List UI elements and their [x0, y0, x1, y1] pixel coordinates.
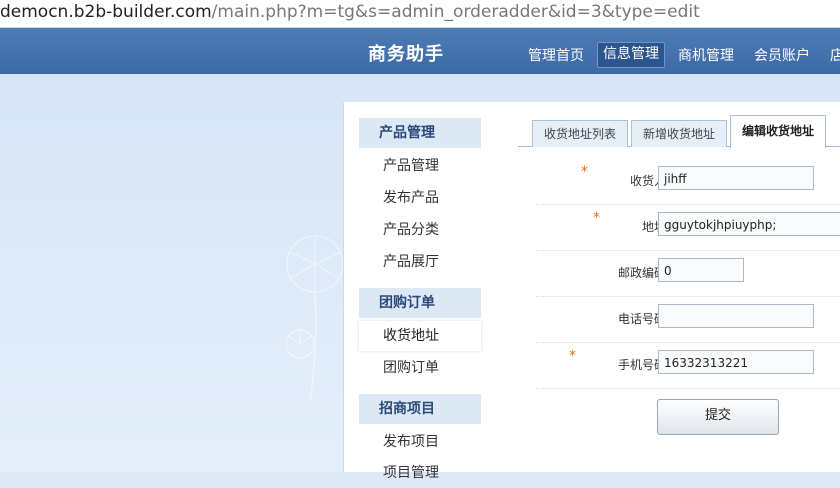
sidebar-section-product[interactable]: 产品管理 [359, 118, 481, 148]
nav-business-management[interactable]: 商机管理 [678, 45, 734, 69]
form-row-mobile: * 手机号码: 16332313221 [536, 342, 840, 389]
nav-home[interactable]: 管理首页 [528, 45, 584, 69]
sidebar-section-group-order[interactable]: 团购订单 [359, 288, 481, 318]
tab-bar: 收货地址列表 新增收货地址 编辑收货地址 [518, 115, 840, 148]
url-host: democn.b2b-builder.com [0, 2, 212, 22]
submit-button[interactable]: 提交 [657, 399, 779, 435]
tab-edit-address[interactable]: 编辑收货地址 [730, 115, 826, 148]
main-content: 收货地址列表 新增收货地址 编辑收货地址 * 收货人: jihff * 地址: … [496, 102, 840, 472]
consignee-input[interactable]: jihff [658, 166, 814, 190]
sidebar: 产品管理 产品管理 发布产品 产品分类 产品展厅 团购订单 收货地址 团购订单 … [343, 102, 496, 481]
nav-store[interactable]: 店 [830, 45, 840, 69]
required-mark: * [581, 164, 588, 180]
sidebar-item-publish-project[interactable]: 发布项目 [359, 427, 481, 457]
required-mark: * [593, 210, 600, 226]
form-row-postcode: 邮政编码: 0 [536, 250, 840, 297]
form-row-address: * 地址: gguytokjhpiuyphp; [536, 204, 840, 251]
top-navigation: 商务助手 管理首页 信息管理 商机管理 会员账户 店 [0, 28, 840, 74]
tab-address-list[interactable]: 收货地址列表 [532, 120, 628, 147]
nav-member-account[interactable]: 会员账户 [754, 45, 810, 69]
sidebar-section-investment[interactable]: 招商项目 [359, 394, 481, 424]
url-path: /main.php?m=tg&s=admin_orderadder&id=3&t… [211, 2, 700, 22]
sidebar-item-product-management[interactable]: 产品管理 [359, 151, 481, 181]
nav-info-management[interactable]: 信息管理 [597, 42, 665, 68]
sidebar-item-product-category[interactable]: 产品分类 [359, 215, 481, 245]
phone-input[interactable] [658, 304, 814, 328]
app-title: 商务助手 [368, 44, 444, 65]
sidebar-item-shipping-address[interactable]: 收货地址 [359, 321, 481, 351]
form-row-consignee: * 收货人: jihff [536, 158, 840, 205]
address-bar[interactable]: democn.b2b-builder.com/main.php?m=tg&s=a… [0, 0, 840, 28]
sidebar-item-publish-product[interactable]: 发布产品 [359, 183, 481, 213]
address-input[interactable]: gguytokjhpiuyphp; [658, 212, 840, 236]
sidebar-item-project-management[interactable]: 项目管理 [359, 458, 481, 488]
sidebar-item-group-orders[interactable]: 团购订单 [359, 353, 481, 383]
tab-add-address[interactable]: 新增收货地址 [631, 120, 727, 147]
required-mark: * [569, 348, 576, 364]
mobile-input[interactable]: 16332313221 [658, 350, 814, 374]
url-text[interactable]: democn.b2b-builder.com/main.php?m=tg&s=a… [0, 2, 700, 22]
sidebar-item-product-showroom[interactable]: 产品展厅 [359, 247, 481, 277]
form-row-phone: 电话号码: [536, 296, 840, 343]
postcode-input[interactable]: 0 [658, 258, 744, 282]
